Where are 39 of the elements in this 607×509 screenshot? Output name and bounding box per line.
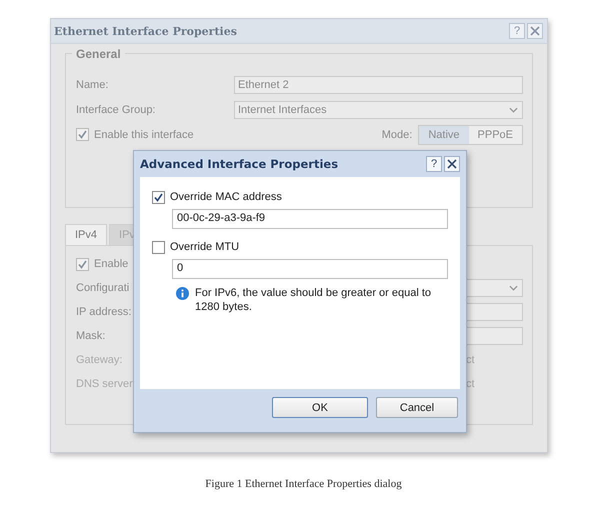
- group-legend: General: [72, 47, 125, 61]
- ok-button[interactable]: OK: [272, 397, 368, 418]
- checkbox-label: Override MAC address: [170, 191, 282, 203]
- cancel-button[interactable]: Cancel: [376, 397, 458, 418]
- help-button[interactable]: ?: [426, 156, 442, 172]
- chevron-icon: [509, 285, 518, 291]
- dropdown[interactable]: [466, 279, 523, 297]
- checkbox[interactable]: [76, 258, 89, 270]
- group-dropdown[interactable]: Internet Interfaces: [234, 100, 523, 118]
- checkbox[interactable]: [152, 190, 165, 204]
- field-label: Gateway:: [76, 354, 122, 366]
- mac-address-field[interactable]: 00-0c-29-a3-9a-f9: [172, 209, 448, 229]
- text-field[interactable]: [466, 303, 523, 321]
- checkbox-label: Enable: [94, 258, 128, 270]
- field-label: Mask:: [76, 330, 106, 342]
- close-icon[interactable]: [444, 156, 460, 172]
- figure-caption: Figure 1 Ethernet Interface Properties dialog: [204, 478, 403, 490]
- help-button[interactable]: ?: [509, 23, 525, 39]
- dialog-title: Advanced Interface Properties: [140, 157, 340, 171]
- chevron-icon: [509, 106, 518, 112]
- checkbox[interactable]: [76, 128, 89, 141]
- checkbox-label: Enable this interface: [94, 128, 194, 140]
- text-field[interactable]: [466, 327, 523, 345]
- field-label: Interface Group:: [76, 104, 156, 116]
- field-label: IP address:: [76, 306, 132, 318]
- mode-toggle[interactable]: PPPoE: [468, 126, 522, 144]
- info-text: For IPv6, the value should be greater or equal to 1280 bytes.: [195, 286, 432, 314]
- window-title: Ethernet Interface Properties: [54, 24, 238, 38]
- checkbox-label: Override MTU: [170, 241, 240, 253]
- mode-toggle[interactable]: Native: [419, 126, 469, 144]
- checkbox[interactable]: [152, 240, 165, 254]
- field-label: Configurati: [76, 282, 130, 294]
- info-icon: [176, 287, 189, 300]
- tab[interactable]: IPv4: [65, 224, 108, 245]
- mode-label: Mode:: [382, 128, 412, 140]
- mtu-field[interactable]: 0: [172, 259, 448, 279]
- name-field[interactable]: Ethernet 2: [234, 76, 523, 94]
- field-label: DNS server:: [76, 378, 136, 390]
- field-label: Name:: [76, 78, 110, 90]
